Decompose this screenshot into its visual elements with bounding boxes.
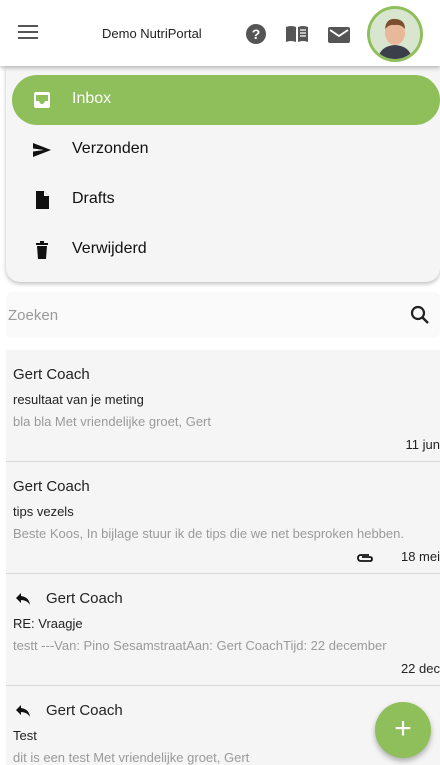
message-subject: resultaat van je meting bbox=[13, 392, 144, 407]
folder-panel: Inbox Verzonden Drafts Verwijderd bbox=[6, 66, 440, 282]
menu-icon[interactable] bbox=[18, 22, 40, 42]
search-input[interactable] bbox=[6, 292, 406, 338]
message-preview: bla bla Met vriendelijke groet, Gert bbox=[13, 414, 211, 429]
trash-icon bbox=[36, 241, 48, 259]
message-sender: Gert Coach bbox=[46, 590, 123, 607]
attachment-icon bbox=[357, 554, 373, 562]
app-bar: Demo NutriPortal ? bbox=[0, 0, 440, 66]
message-date: 18 mei bbox=[400, 549, 440, 564]
message-item[interactable]: Gert Coach resultaat van je meting bla b… bbox=[6, 350, 440, 462]
message-preview: Beste Koos, In bijlage stuur ik de tips … bbox=[13, 526, 404, 541]
avatar[interactable] bbox=[367, 6, 423, 62]
message-subject: Test bbox=[13, 728, 37, 743]
message-item[interactable]: Gert Coach tips vezels Beste Koos, In bi… bbox=[6, 462, 440, 574]
folder-label: Drafts bbox=[72, 190, 115, 207]
compose-button[interactable]: + bbox=[375, 702, 431, 758]
reply-icon bbox=[16, 705, 30, 717]
message-date: 11 jun bbox=[405, 437, 440, 452]
message-date: 22 dec bbox=[400, 661, 440, 676]
search-icon[interactable] bbox=[410, 305, 430, 325]
message-sender: Gert Coach bbox=[13, 478, 90, 495]
inbox-icon bbox=[34, 92, 50, 108]
reply-icon bbox=[16, 593, 30, 605]
message-preview: dit is een test Met vriendelijke groet, … bbox=[13, 750, 250, 765]
send-icon bbox=[33, 143, 51, 157]
folder-inbox[interactable]: Inbox bbox=[12, 75, 440, 125]
message-subject: tips vezels bbox=[13, 504, 74, 519]
folder-label: Inbox bbox=[72, 90, 112, 107]
draft-icon bbox=[36, 191, 49, 209]
message-preview: testt ---Van: Pino SesamstraatAan: Gert … bbox=[13, 638, 387, 653]
help-icon[interactable]: ? bbox=[246, 24, 266, 44]
mail-icon[interactable] bbox=[328, 27, 350, 43]
message-sender: Gert Coach bbox=[46, 702, 123, 719]
folder-label: Verwijderd bbox=[72, 240, 147, 257]
folder-verwijderd[interactable]: Verwijderd bbox=[12, 225, 440, 275]
message-item[interactable]: Gert Coach RE: Vraagje testt ---Van: Pin… bbox=[6, 574, 440, 686]
folder-label: Verzonden bbox=[72, 140, 149, 157]
message-sender: Gert Coach bbox=[13, 366, 90, 383]
folder-drafts[interactable]: Drafts bbox=[12, 175, 440, 225]
message-subject: RE: Vraagje bbox=[13, 616, 83, 631]
book-icon[interactable] bbox=[285, 25, 309, 43]
search-bar bbox=[6, 292, 440, 338]
folder-verzonden[interactable]: Verzonden bbox=[12, 125, 440, 175]
app-title: Demo NutriPortal bbox=[102, 26, 202, 41]
